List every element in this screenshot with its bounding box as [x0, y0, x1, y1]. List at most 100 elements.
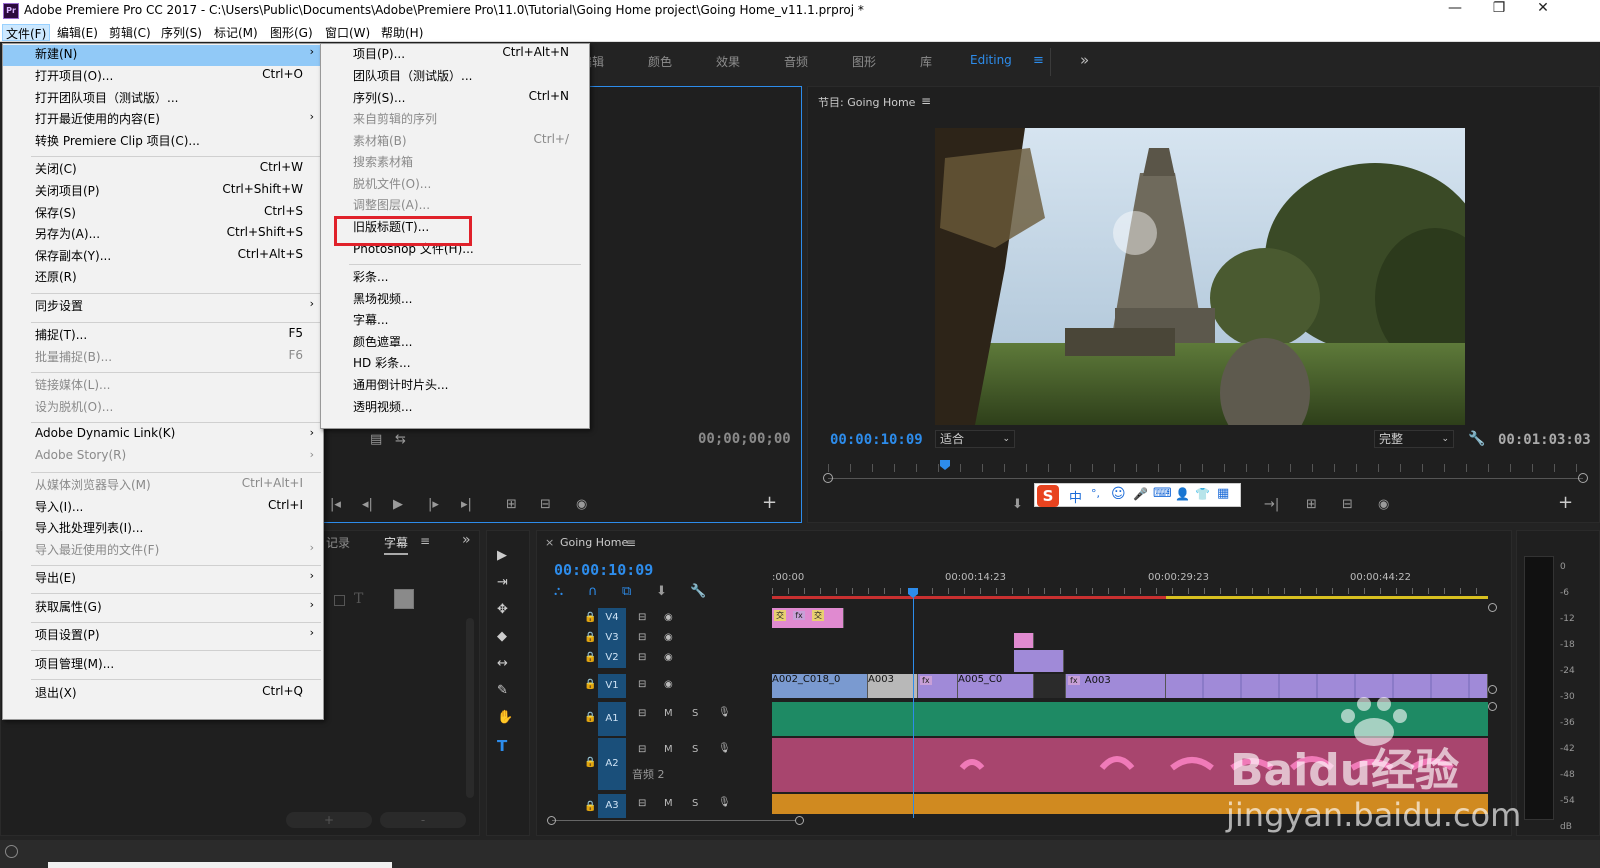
go-to-out-icon[interactable]: →| [1264, 497, 1279, 513]
file-menu-item[interactable]: 另存为(A)... Ctrl+Shift+S [3, 225, 323, 246]
menu-help[interactable]: 帮助(H) [378, 24, 426, 41]
close-sequence-icon[interactable]: × [545, 536, 554, 549]
source-nav-icon[interactable]: ⇆ [395, 432, 406, 448]
voiceover-mic-icon[interactable]: 🎙 [718, 743, 731, 754]
sync-icon[interactable]: ⊟ [638, 744, 646, 755]
file-menu-item[interactable]: 还原(R) [3, 268, 323, 289]
source-frame-back-icon[interactable]: ◂| [362, 497, 373, 513]
ime-punctuation-icon[interactable]: °, [1091, 487, 1100, 500]
remove-caption-button[interactable]: - [380, 812, 466, 828]
file-menu-item[interactable]: 关闭(C) Ctrl+W [3, 160, 323, 181]
snap-icon[interactable]: ∩ [588, 584, 598, 600]
linked-selection-icon[interactable]: ⧉ [622, 584, 631, 600]
menu-window[interactable]: 窗口(W) [322, 24, 373, 41]
sync-icon[interactable]: ⊟ [638, 708, 646, 719]
clip-v4-transition[interactable]: 交 fx 交 [772, 608, 844, 628]
minimize-button[interactable]: — [1432, 0, 1478, 22]
track-a1-label[interactable]: A1 [598, 702, 626, 736]
file-menu-item[interactable]: 同步设置 › [3, 297, 323, 318]
track-v3-label[interactable]: V3 [598, 628, 626, 648]
mute-button[interactable]: M [664, 744, 673, 755]
new-menu-item[interactable]: 团队项目（测试版）... [321, 67, 589, 88]
ime-emoji-icon[interactable]: ☺ [1111, 486, 1126, 502]
vertical-scroll-handle[interactable] [1488, 702, 1497, 711]
clip-v1-3[interactable]: fx [918, 674, 958, 698]
file-menu-item[interactable]: 退出(X) Ctrl+Q [3, 684, 323, 705]
lock-icon[interactable]: 🔒 [584, 712, 596, 723]
program-current-timecode[interactable]: 00:00:10:09 [830, 432, 923, 448]
ime-voice-icon[interactable]: 🎤 [1133, 487, 1148, 501]
lock-icon[interactable]: 🔒 [584, 612, 596, 623]
eye-icon[interactable]: ◉ [664, 652, 673, 663]
clip-v1-2[interactable]: A003 [868, 674, 918, 698]
file-menu-item[interactable]: 关闭项目(P) Ctrl+Shift+W [3, 182, 323, 203]
workspace-tab-color[interactable]: 颜色 [648, 53, 672, 70]
more-panels-icon[interactable]: » [462, 532, 471, 548]
menu-clip[interactable]: 剪辑(C) [106, 24, 154, 41]
vertical-scroll-handle[interactable] [1488, 685, 1497, 694]
file-menu-item[interactable]: 打开团队项目（测试版）... [3, 89, 323, 110]
timeline-settings-icon[interactable]: 🔧 [690, 584, 706, 600]
eye-icon[interactable]: ◉ [664, 612, 673, 623]
solo-button[interactable]: S [692, 798, 698, 809]
add-caption-button[interactable]: + [286, 812, 372, 828]
track-v1-label[interactable]: V1 [598, 674, 626, 698]
sync-icon[interactable]: ⊟ [638, 652, 646, 663]
sequence-tab[interactable]: Going Home [560, 536, 628, 549]
menu-file[interactable]: 文件(F) [2, 24, 51, 41]
lock-icon[interactable]: 🔒 [584, 652, 596, 663]
workspace-tab-libraries[interactable]: 库 [920, 53, 932, 70]
file-menu-item[interactable]: 打开最近使用的内容(E) › [3, 110, 323, 131]
clip-v1-5[interactable]: fx A003 [1066, 674, 1166, 698]
sogou-logo-icon[interactable]: S [1037, 485, 1059, 507]
file-menu-item[interactable]: 新建(N) › [3, 45, 323, 66]
source-overwrite-icon[interactable]: ⊟ [540, 497, 551, 513]
quality-dropdown[interactable]: 完整 ⌄ [1374, 430, 1454, 448]
voiceover-mic-icon[interactable]: 🎙 [718, 797, 731, 808]
workspace-menu-icon[interactable]: ≡ [1033, 53, 1044, 68]
vertical-scroll-handle[interactable] [1488, 603, 1497, 612]
slip-tool-icon[interactable]: ↔ [497, 656, 508, 672]
track-a3-label[interactable]: A3 [598, 794, 626, 818]
solo-button[interactable]: S [692, 708, 698, 719]
ime-keyboard-icon[interactable]: ⌨ [1153, 486, 1172, 501]
sequence-menu-icon[interactable]: ≡ [626, 536, 636, 550]
nest-icon[interactable]: ⛬ [554, 584, 563, 600]
scrub-end-handle[interactable] [1578, 473, 1588, 483]
ripple-edit-tool-icon[interactable]: ✥ [497, 602, 508, 618]
file-menu-item[interactable]: Adobe Dynamic Link(K) › [3, 426, 323, 447]
mute-button[interactable]: M [664, 798, 673, 809]
wrench-icon[interactable]: 🔧 [1468, 431, 1485, 447]
clip-v1-4[interactable]: A005_C0 [958, 674, 1034, 698]
new-menu-item[interactable]: HD 彩条... [321, 354, 589, 375]
eye-icon[interactable]: ◉ [664, 632, 673, 643]
file-menu-item[interactable]: 项目设置(P) › [3, 626, 323, 647]
new-menu-item[interactable]: 字幕... [321, 311, 589, 332]
new-menu-item[interactable]: 序列(S)... Ctrl+N [321, 89, 589, 110]
clip-v2[interactable] [1014, 650, 1064, 672]
file-menu-item[interactable]: 保存(S) Ctrl+S [3, 204, 323, 225]
tab-log[interactable]: 记录 [326, 534, 350, 551]
track-v4-label[interactable]: V4 [598, 608, 626, 628]
track-v2-label[interactable]: V2 [598, 648, 626, 668]
add-marker-icon[interactable]: ⬇ [1012, 497, 1023, 513]
new-menu-item[interactable]: 颜色遮罩... [321, 333, 589, 354]
clip-v3[interactable] [1014, 633, 1034, 648]
captions-menu-icon[interactable]: ≡ [420, 534, 430, 548]
new-menu-item[interactable]: 透明视频... [321, 398, 589, 419]
workspace-tab-editing[interactable]: Editing [970, 53, 1012, 67]
menu-sequence[interactable]: 序列(S) [158, 24, 205, 41]
close-button[interactable]: ✕ [1520, 0, 1566, 22]
razor-tool-icon[interactable]: ◆ [497, 629, 507, 645]
menu-edit[interactable]: 编辑(E) [54, 24, 101, 41]
ime-toolbar[interactable]: S 中 °, ☺ 🎤 ⌨ 👤 👕 ▦ [1034, 483, 1241, 507]
selection-tool-icon[interactable]: ▶ [497, 548, 507, 564]
workspace-tab-effects[interactable]: 效果 [716, 53, 740, 70]
ime-skin-icon[interactable]: 👕 [1195, 487, 1210, 501]
ime-toolbox-icon[interactable]: ▦ [1217, 486, 1229, 501]
new-menu-item[interactable]: 项目(P)... Ctrl+Alt+N [321, 45, 589, 66]
sync-icon[interactable]: ⊟ [638, 612, 646, 623]
cc-libraries-icon[interactable] [5, 845, 18, 858]
file-menu-item[interactable]: 导入(I)... Ctrl+I [3, 498, 323, 519]
sync-icon[interactable]: ⊟ [638, 798, 646, 809]
